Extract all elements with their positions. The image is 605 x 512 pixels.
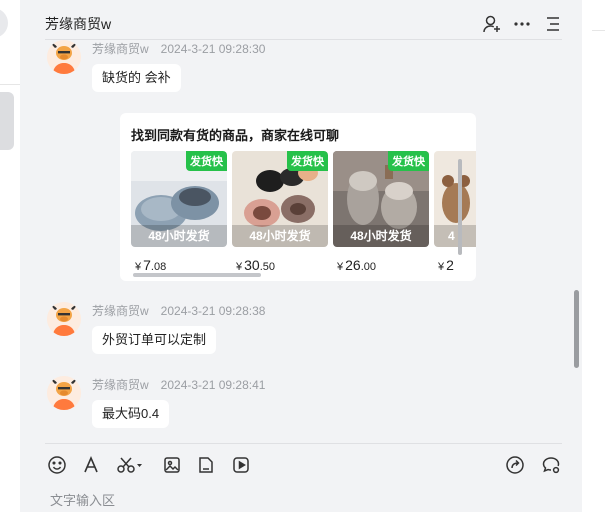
message-input-placeholder[interactable]: 文字输入区 bbox=[50, 490, 115, 509]
sender-name: 芳缘商贸w bbox=[92, 304, 149, 318]
message-time: 2024-3-21 09:28:41 bbox=[160, 378, 266, 392]
left-pane-divider bbox=[0, 84, 20, 85]
product-item[interactable]: 发货快 48小时发货 ¥30.50 bbox=[232, 151, 328, 273]
product-card-title: 找到同款有货的商品，商家在线可聊 bbox=[131, 128, 340, 143]
price-integer: 2 bbox=[446, 257, 454, 273]
message-time: 2024-3-21 09:28:38 bbox=[160, 304, 266, 318]
right-pane bbox=[582, 0, 605, 512]
shipping-caption: 48小时发货 bbox=[333, 225, 429, 247]
message-bubble: 缺货的 会补 bbox=[92, 64, 181, 92]
card-horizontal-scrollbar[interactable] bbox=[133, 273, 261, 277]
message-meta: 芳缘商贸w 2024-3-21 09:28:41 bbox=[92, 376, 265, 393]
font-icon[interactable] bbox=[81, 455, 101, 475]
scissors-icon[interactable] bbox=[116, 455, 144, 475]
video-icon[interactable] bbox=[231, 455, 251, 475]
product-price: ¥7.08 bbox=[131, 257, 227, 273]
product-image[interactable]: 4 bbox=[434, 151, 476, 247]
message-bubble: 外贸订单可以定制 bbox=[92, 326, 217, 354]
composer-divider bbox=[45, 443, 562, 444]
menu-icon[interactable] bbox=[543, 14, 563, 34]
left-pane-edge bbox=[0, 8, 8, 38]
share-icon[interactable] bbox=[505, 455, 525, 475]
price-integer: 7 bbox=[143, 257, 151, 273]
message-time: 2024-3-21 09:28:30 bbox=[160, 42, 266, 56]
currency-symbol: ¥ bbox=[135, 261, 142, 273]
price-decimal: .50 bbox=[259, 261, 275, 273]
shipping-caption: 48小时发货 bbox=[232, 225, 328, 247]
fast-shipping-badge: 发货快 bbox=[186, 151, 227, 171]
fast-shipping-badge: 发货快 bbox=[388, 151, 429, 171]
price-integer: 26 bbox=[345, 257, 361, 273]
currency-symbol: ¥ bbox=[337, 261, 344, 273]
more-icon[interactable] bbox=[512, 14, 532, 34]
chat-scrollbar[interactable] bbox=[574, 290, 579, 368]
product-recommendation-card: 找到同款有货的商品，商家在线可聊 发货快 48小时发货 ¥7.08 发货快 48… bbox=[120, 113, 476, 281]
left-pane-selected-item[interactable] bbox=[0, 92, 14, 150]
product-price: ¥2 bbox=[434, 257, 476, 273]
chat-panel: 芳缘商贸w 芳缘商贸w 2024-3-21 09:28:30 缺货的 会补 找到… bbox=[20, 0, 582, 512]
shipping-caption: 48小时发货 bbox=[131, 225, 227, 247]
avatar[interactable] bbox=[47, 376, 81, 410]
message-bubble: 最大码0.4 bbox=[92, 400, 170, 428]
chat-header: 芳缘商贸w bbox=[20, 0, 582, 40]
image-icon[interactable] bbox=[162, 455, 182, 475]
product-price: ¥26.00 bbox=[333, 257, 429, 273]
product-price: ¥30.50 bbox=[232, 257, 328, 273]
avatar[interactable] bbox=[47, 302, 81, 336]
add-contact-icon[interactable] bbox=[482, 14, 502, 34]
currency-symbol: ¥ bbox=[236, 261, 243, 273]
currency-symbol: ¥ bbox=[438, 261, 445, 273]
left-pane bbox=[0, 0, 20, 512]
chat-title: 芳缘商贸w bbox=[45, 16, 112, 32]
card-vertical-scrollbar[interactable] bbox=[458, 159, 462, 255]
product-image[interactable]: 发货快 48小时发货 bbox=[333, 151, 429, 247]
shipping-caption: 4 bbox=[434, 225, 476, 247]
price-decimal: .08 bbox=[150, 261, 167, 273]
chat-settings-icon[interactable] bbox=[541, 455, 561, 475]
price-decimal: .00 bbox=[360, 261, 376, 273]
price-integer: 30 bbox=[244, 257, 260, 273]
right-pane-divider bbox=[592, 30, 605, 31]
product-image[interactable]: 发货快 48小时发货 bbox=[131, 151, 227, 247]
product-item[interactable]: 发货快 48小时发货 ¥7.08 bbox=[131, 151, 227, 273]
sender-name: 芳缘商贸w bbox=[92, 378, 149, 392]
file-icon[interactable] bbox=[196, 455, 216, 475]
emoji-icon[interactable] bbox=[47, 455, 67, 475]
avatar[interactable] bbox=[47, 40, 81, 74]
sender-name: 芳缘商贸w bbox=[92, 42, 149, 56]
product-image[interactable]: 发货快 48小时发货 bbox=[232, 151, 328, 247]
message-meta: 芳缘商贸w 2024-3-21 09:28:30 bbox=[92, 40, 265, 57]
product-item[interactable]: 4 ¥2 bbox=[434, 151, 476, 273]
fast-shipping-badge: 发货快 bbox=[287, 151, 328, 171]
product-item[interactable]: 发货快 48小时发货 ¥26.00 bbox=[333, 151, 429, 273]
message-meta: 芳缘商贸w 2024-3-21 09:28:38 bbox=[92, 302, 265, 319]
